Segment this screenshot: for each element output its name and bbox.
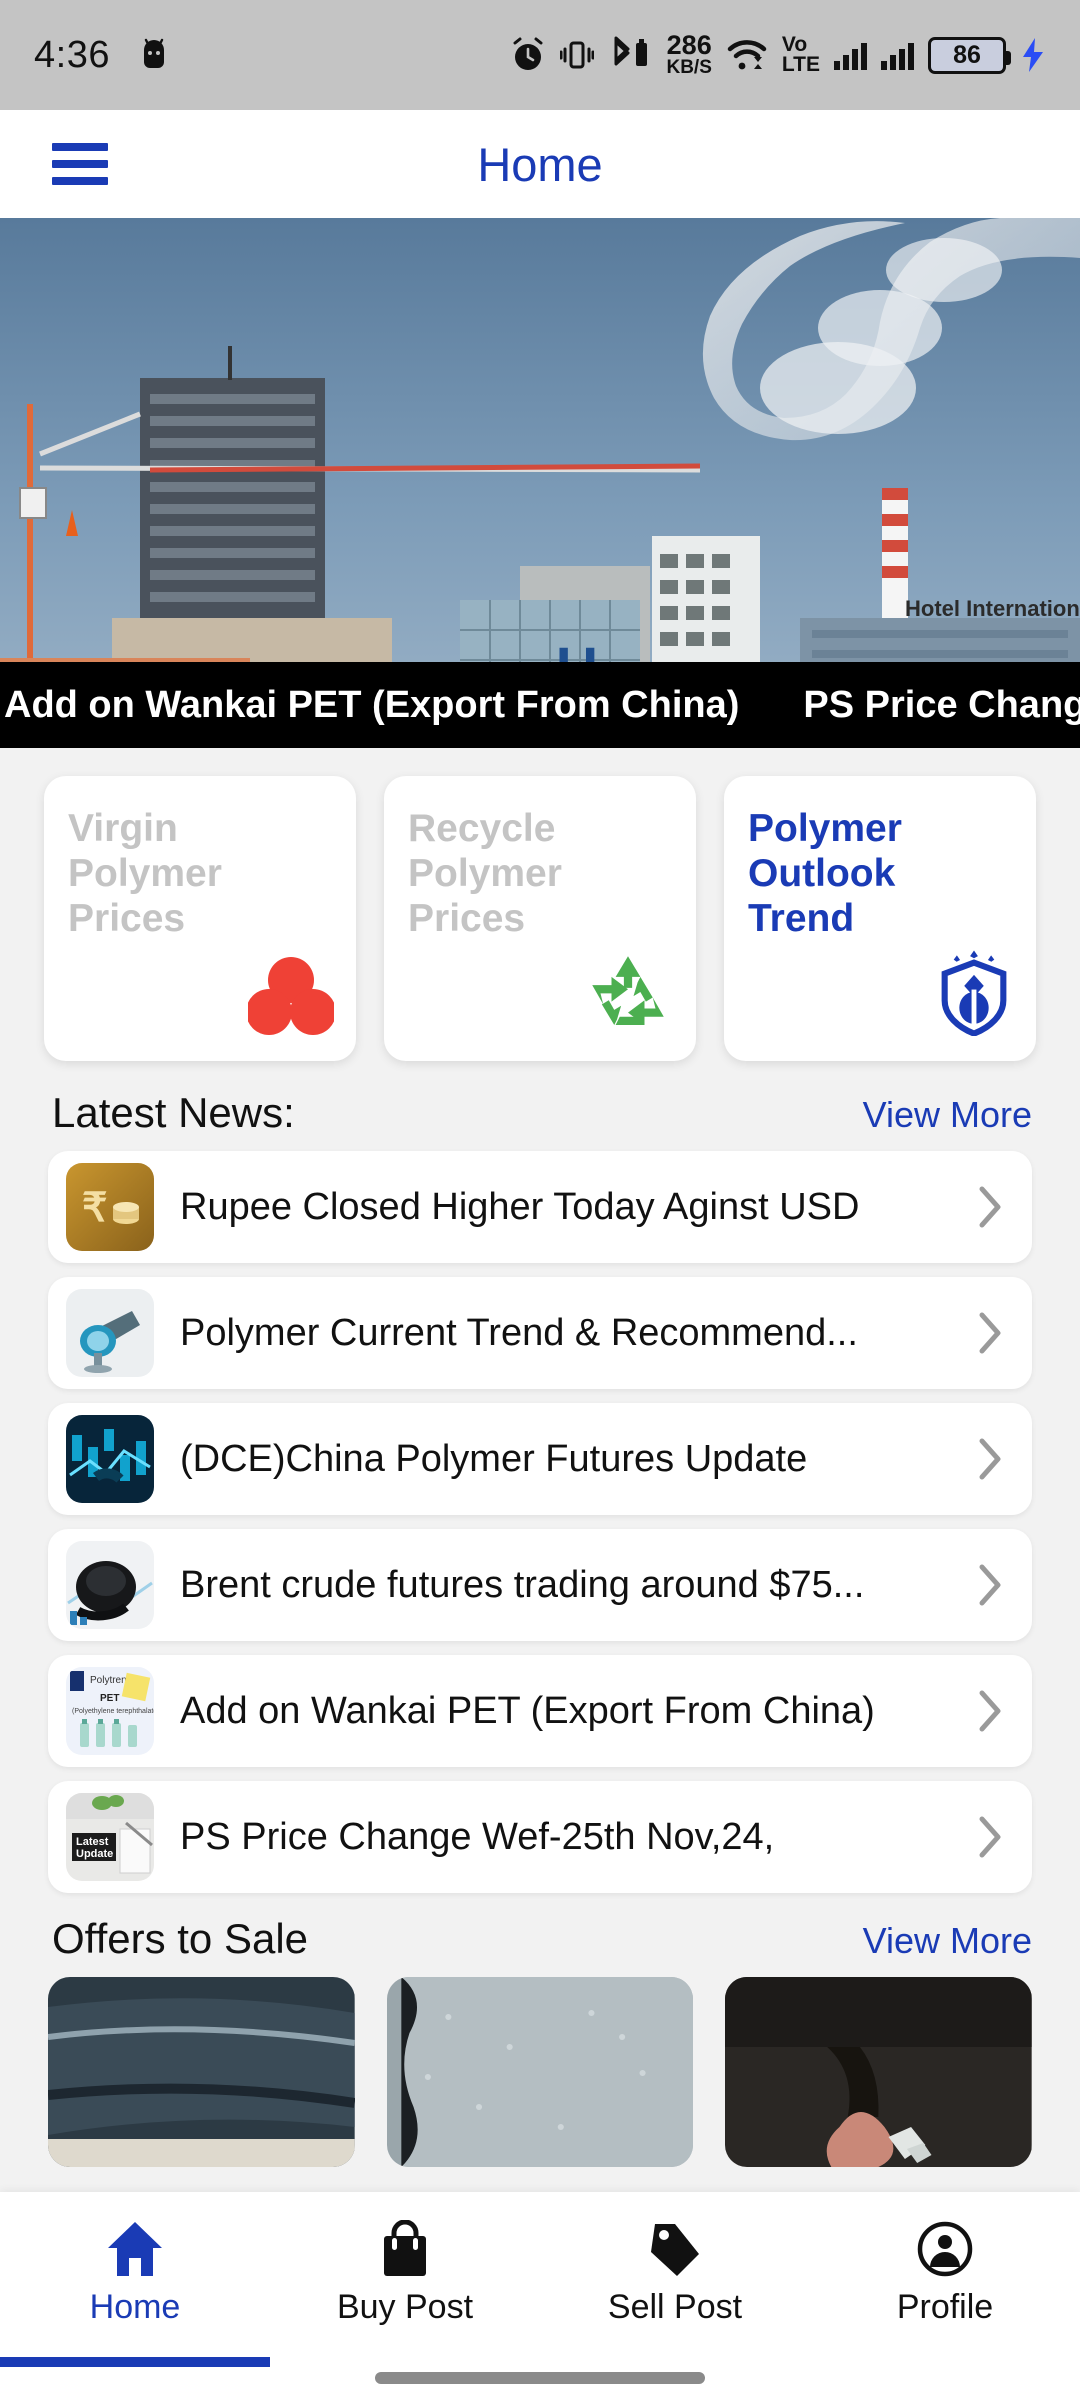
shopping-bag-icon <box>378 2218 432 2280</box>
telescope-icon <box>66 1289 154 1377</box>
card-title: Recycle Polymer Prices <box>408 807 562 941</box>
news-title: Brent crude futures trading around $75..… <box>180 1563 865 1606</box>
latest-news-view-more[interactable]: View More <box>863 1094 1032 1136</box>
vibrate-icon <box>560 37 595 73</box>
chevron-right-icon <box>970 1311 1010 1355</box>
nav-label: Profile <box>896 2288 994 2326</box>
alarm-icon <box>510 36 546 74</box>
news-title: Polymer Current Trend & Recommend... <box>180 1311 858 1354</box>
news-ticker[interactable]: Add on Wankai PET (Export From China) PS… <box>0 662 1080 748</box>
price-tag-icon <box>647 2218 703 2280</box>
news-title: PS Price Change Wef-25th Nov,24, <box>180 1815 775 1858</box>
network-speed-unit: KB/S <box>666 56 712 78</box>
rupee-coins-icon: ₹ <box>66 1163 154 1251</box>
card-recycle-polymer-prices[interactable]: Recycle Polymer Prices <box>384 776 696 1061</box>
news-list-item[interactable]: Polymer Current Trend & Recommend... <box>48 1277 1032 1389</box>
hamburger-menu-icon[interactable] <box>52 143 108 185</box>
status-bar-right: 286 KB/S Vo LTE 86 <box>510 30 1046 78</box>
nav-label: Home <box>89 2288 181 2326</box>
card-virgin-polymer-prices[interactable]: Virgin Polymer Prices <box>44 776 356 1061</box>
news-list-item[interactable]: ₹ Rupee Closed Higher Today Aginst USD <box>48 1151 1032 1263</box>
offers-header: Offers to Sale View More <box>0 1893 1080 1977</box>
status-bar-left: 4:36 <box>34 34 168 77</box>
nav-item-buy-post[interactable]: Buy Post <box>270 2192 540 2367</box>
offer-card[interactable] <box>386 1977 694 2167</box>
news-list-item[interactable]: Polytrend PET (Polyethylene terephthalate)… <box>48 1655 1032 1767</box>
offer-card[interactable] <box>48 1977 355 2167</box>
latest-news-header: Latest News: View More <box>0 1067 1080 1151</box>
offer-image <box>48 1977 355 2167</box>
svg-text:PET: PET <box>100 1693 119 1704</box>
card-title: Polymer Outlook Trend <box>748 807 902 941</box>
chevron-right-icon <box>970 1815 1010 1859</box>
bottom-navigation: Home Buy Post Sell Post Profile <box>0 2192 1080 2400</box>
svg-text:(Polyethylene terephthalate): (Polyethylene terephthalate) <box>72 1708 154 1715</box>
chevron-right-icon <box>970 1437 1010 1481</box>
three-red-dots-icon <box>246 954 336 1041</box>
shield-leaf-icon <box>934 948 1014 1041</box>
signal-sim2-icon <box>881 40 914 70</box>
ticker-item: Add on Wankai PET (Export From China) <box>4 683 740 726</box>
person-circle-icon <box>916 2218 974 2280</box>
card-polymer-outlook-trend[interactable]: Polymer Outlook Trend <box>724 776 1036 1061</box>
chevron-right-icon <box>970 1689 1010 1733</box>
signal-sim1-icon <box>834 40 867 70</box>
battery-icon: 86 <box>928 36 1011 74</box>
bluetooth-battery-icon <box>608 36 652 74</box>
section-title: Latest News: <box>52 1089 295 1136</box>
news-list-item[interactable]: Brent crude futures trading around $75..… <box>48 1529 1032 1641</box>
latest-news-list: ₹ Rupee Closed Higher Today Aginst USD P… <box>0 1151 1080 1893</box>
battery-percent: 86 <box>953 40 981 69</box>
nav-item-profile[interactable]: Profile <box>810 2192 1080 2367</box>
home-icon <box>104 2218 166 2280</box>
volte-line-1: Vo <box>781 33 808 57</box>
android-debug-icon <box>140 38 168 72</box>
app-header: Home <box>0 110 1080 218</box>
news-title: (DCE)China Polymer Futures Update <box>180 1437 808 1480</box>
news-title: Rupee Closed Higher Today Aginst USD <box>180 1185 860 1228</box>
news-title: Add on Wankai PET (Export From China) <box>180 1689 875 1732</box>
nav-label: Buy Post <box>336 2288 474 2326</box>
chevron-right-icon <box>970 1185 1010 1229</box>
offer-card[interactable] <box>725 1977 1033 2167</box>
volte-line-2: LTE <box>781 53 820 76</box>
gesture-navigation-bar[interactable] <box>375 2372 705 2384</box>
nav-item-sell-post[interactable]: Sell Post <box>540 2192 810 2367</box>
offers-list <box>0 1977 1080 2167</box>
network-speed-value: 286 <box>666 30 712 61</box>
news-list-item[interactable]: Latest Update PS Price Change Wef-25th No… <box>48 1781 1032 1893</box>
ticker-item: PS Price Change Wef-25th Nov,24, <box>803 683 1080 726</box>
offer-image <box>386 1977 694 2167</box>
chevron-right-icon <box>970 1563 1010 1607</box>
news-list-item[interactable]: (DCE)China Polymer Futures Update <box>48 1403 1032 1515</box>
recycle-icon <box>582 948 674 1041</box>
svg-text:Hotel International: Hotel International <box>905 596 1080 621</box>
card-title: Virgin Polymer Prices <box>68 807 222 941</box>
network-speed-indicator: 286 KB/S <box>666 30 712 78</box>
section-title: Offers to Sale <box>52 1915 309 1962</box>
page-title: Home <box>477 137 603 191</box>
nav-active-underline <box>0 2357 270 2367</box>
status-bar: 4:36 286 KB/S Vo LTE 86 <box>0 0 1080 110</box>
category-card-row: Virgin Polymer Prices Recycle Polymer Pr… <box>0 748 1080 1067</box>
svg-text:Update: Update <box>76 1848 113 1860</box>
volte-icon: Vo LTE <box>781 33 820 76</box>
pet-bottles-icon: Polytrend PET (Polyethylene terephthalate) <box>66 1667 154 1755</box>
status-bar-clock: 4:36 <box>34 33 110 76</box>
nav-item-home[interactable]: Home <box>0 2192 270 2367</box>
charging-bolt-icon <box>1020 36 1046 74</box>
svg-text:₹: ₹ <box>82 1186 107 1230</box>
offers-view-more[interactable]: View More <box>863 1920 1032 1962</box>
wifi-icon <box>726 37 768 73</box>
svg-text:Latest: Latest <box>76 1836 109 1848</box>
latest-update-note-icon: Latest Update <box>66 1793 154 1881</box>
stock-chart-icon <box>66 1415 154 1503</box>
offer-image <box>725 1977 1033 2167</box>
hero-banner[interactable]: U Hotel International Add on W <box>0 218 1080 748</box>
crude-oil-icon <box>66 1541 154 1629</box>
nav-label: Sell Post <box>607 2288 743 2326</box>
